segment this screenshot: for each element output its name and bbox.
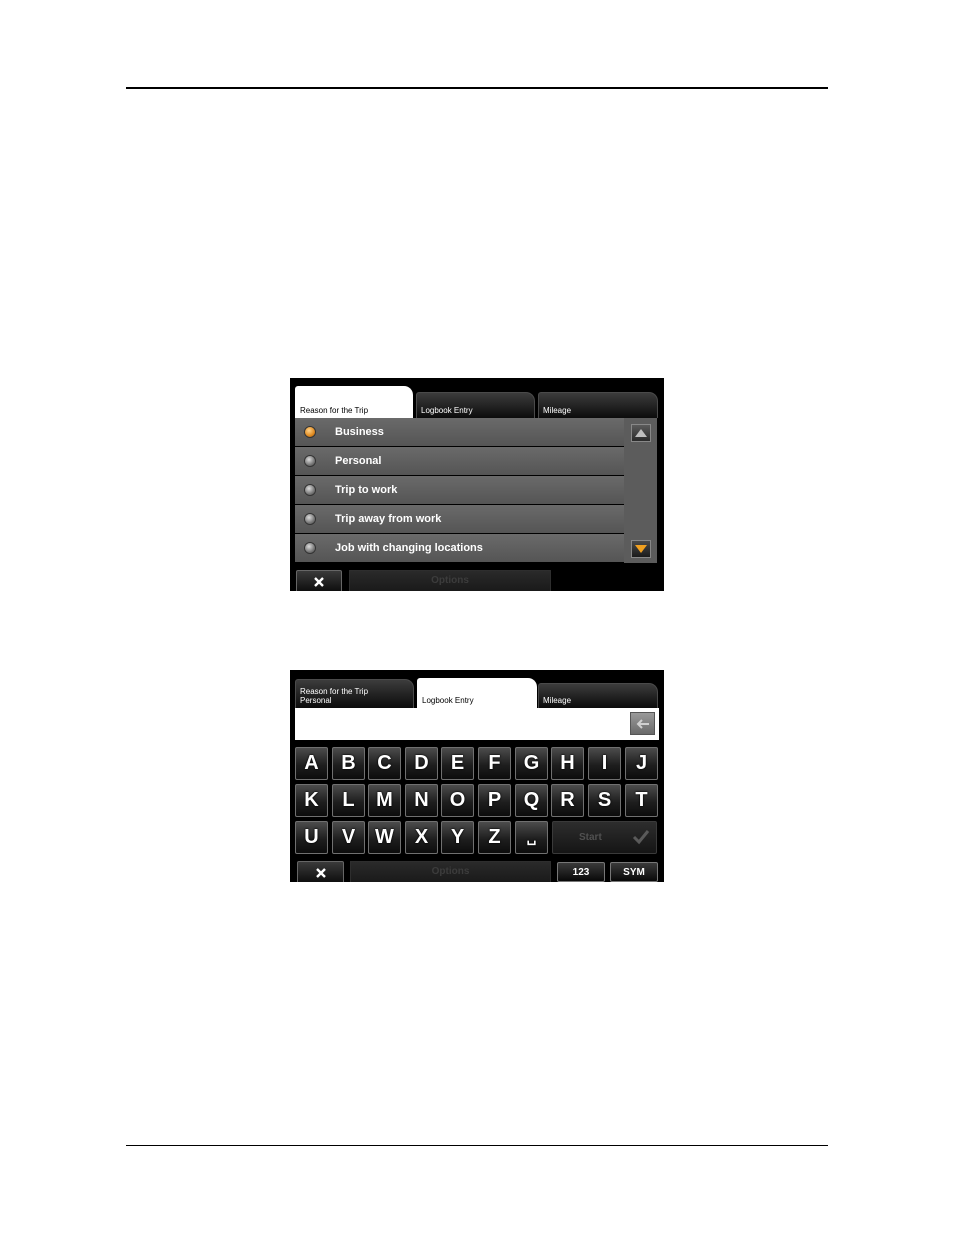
list-item-label: Business	[335, 426, 384, 438]
key-i[interactable]: I	[588, 747, 621, 780]
arrow-left-icon	[636, 718, 649, 729]
close-button[interactable]	[297, 861, 344, 882]
key-a[interactable]: A	[295, 747, 328, 780]
close-button[interactable]	[296, 570, 342, 591]
list-item-trip-away-from-work[interactable]: Trip away from work	[295, 505, 624, 533]
key-k[interactable]: K	[295, 784, 328, 817]
key-l[interactable]: L	[332, 784, 365, 817]
tab-mileage[interactable]: Mileage	[538, 392, 658, 418]
checkmark-icon	[632, 830, 650, 845]
scrollbar[interactable]	[624, 418, 657, 563]
tab-reason-for-trip[interactable]: Reason for the Trip Personal	[295, 679, 414, 708]
reason-for-trip-screen: Reason for the Trip Logbook Entry Mileag…	[290, 378, 664, 591]
tab-label: Mileage	[543, 406, 572, 415]
key-space[interactable]: ␣	[515, 821, 548, 854]
list-item-trip-to-work[interactable]: Trip to work	[295, 476, 624, 504]
radio-icon	[305, 485, 315, 495]
scroll-up-button[interactable]	[631, 424, 651, 442]
radio-icon	[305, 514, 315, 524]
tab-label: Logbook Entry	[422, 696, 474, 705]
key-g[interactable]: G	[515, 747, 548, 780]
key-m[interactable]: M	[368, 784, 401, 817]
header-rule	[126, 87, 828, 89]
key-j[interactable]: J	[625, 747, 658, 780]
key-h[interactable]: H	[551, 747, 584, 780]
tab-mileage[interactable]: Mileage	[538, 683, 658, 708]
tab-label: Logbook Entry	[421, 406, 473, 415]
key-n[interactable]: N	[405, 784, 438, 817]
backspace-button[interactable]	[630, 712, 655, 735]
list-item-personal[interactable]: Personal	[295, 447, 624, 475]
key-r[interactable]: R	[551, 784, 584, 817]
key-p[interactable]: P	[478, 784, 511, 817]
logbook-entry-input[interactable]	[295, 708, 659, 740]
key-e[interactable]: E	[441, 747, 474, 780]
key-x[interactable]: X	[405, 821, 438, 854]
tab-label: Reason for the Trip	[300, 406, 369, 415]
radio-icon	[305, 543, 315, 553]
tab-logbook-entry[interactable]: Logbook Entry	[416, 392, 535, 418]
radio-selected-icon	[305, 427, 315, 437]
numeric-keyboard-button[interactable]: 123	[557, 862, 605, 882]
symbol-keyboard-button[interactable]: SYM	[610, 862, 658, 882]
tab-reason-for-trip[interactable]: Reason for the Trip	[295, 386, 413, 418]
footer-rule	[126, 1145, 828, 1146]
scroll-down-button[interactable]	[631, 540, 651, 558]
list-item-job-changing-locations[interactable]: Job with changing locations	[295, 534, 624, 562]
list-item-label: Trip to work	[335, 484, 398, 496]
list-item-label: Job with changing locations	[335, 542, 483, 554]
key-b[interactable]: B	[332, 747, 365, 780]
key-c[interactable]: C	[368, 747, 401, 780]
logbook-entry-screen: Reason for the Trip Personal Logbook Ent…	[290, 670, 664, 882]
key-w[interactable]: W	[368, 821, 401, 854]
close-icon	[315, 868, 326, 878]
bottom-bar: Options	[290, 568, 664, 591]
key-o[interactable]: O	[441, 784, 474, 817]
start-button[interactable]: Start	[552, 821, 657, 854]
tab-label: Mileage	[543, 696, 572, 705]
tab-value: Personal	[300, 696, 332, 705]
list-item-label: Personal	[335, 455, 382, 467]
list-item-label: Trip away from work	[335, 513, 442, 525]
key-q[interactable]: Q	[515, 784, 548, 817]
key-d[interactable]: D	[405, 747, 438, 780]
key-f[interactable]: F	[478, 747, 511, 780]
start-label: Start	[579, 832, 602, 843]
key-s[interactable]: S	[588, 784, 621, 817]
tab-label: Reason for the Trip	[300, 687, 369, 696]
close-icon	[314, 577, 324, 587]
key-z[interactable]: Z	[478, 821, 511, 854]
key-u[interactable]: U	[295, 821, 328, 854]
options-button[interactable]: Options	[349, 570, 551, 591]
triangle-down-icon	[635, 545, 647, 553]
reason-list: Business Personal Trip to work Trip away…	[295, 418, 624, 563]
options-button[interactable]: Options	[350, 861, 551, 882]
radio-icon	[305, 456, 315, 466]
tab-logbook-entry[interactable]: Logbook Entry	[417, 678, 537, 708]
list-item-business[interactable]: Business	[295, 418, 624, 446]
triangle-up-icon	[635, 429, 647, 437]
key-y[interactable]: Y	[441, 821, 474, 854]
key-t[interactable]: T	[625, 784, 658, 817]
key-v[interactable]: V	[332, 821, 365, 854]
